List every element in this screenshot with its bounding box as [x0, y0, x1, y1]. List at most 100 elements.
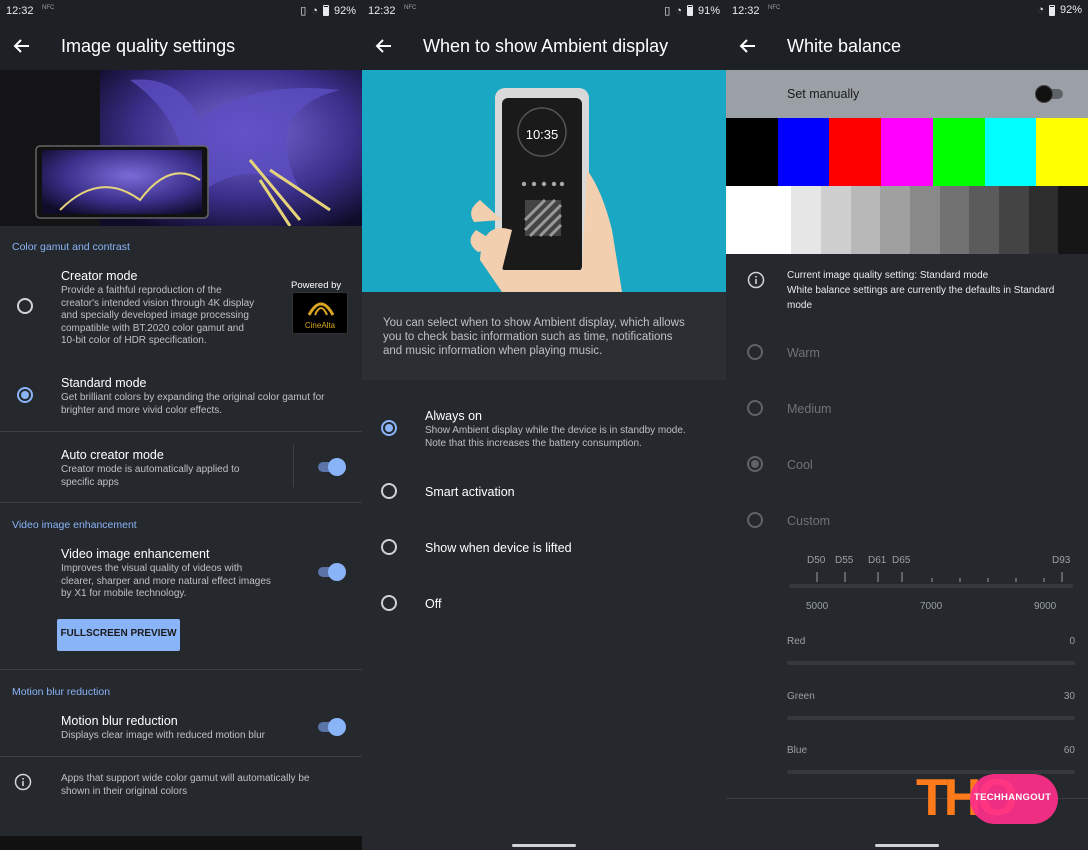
status-bar: 12:32 NFC ▯ ◔ 91%	[362, 0, 726, 22]
page-title: White balance	[787, 36, 902, 56]
status-bar: 12:32 NFC ◔ 92%	[726, 0, 1088, 22]
cool-radio[interactable]	[747, 456, 763, 472]
standard-mode-description: Get brilliant colors by expanding the or…	[61, 392, 325, 416]
auto-creator-title: Auto creator mode	[61, 448, 164, 462]
techhangout-watermark: THO TECHHANGOUT	[916, 768, 1058, 828]
custom-label[interactable]: Custom	[787, 514, 830, 528]
vibrate-icon: ▯	[664, 5, 671, 17]
ambient-illustration	[362, 70, 726, 292]
green-label: Green	[787, 691, 815, 702]
red-value: 0	[1069, 636, 1075, 647]
custom-radio[interactable]	[747, 512, 763, 528]
status-time: 12:32	[732, 5, 760, 17]
section-motion-blur: Motion blur reduction	[12, 686, 111, 698]
blue-label: Blue	[787, 745, 808, 756]
wifi-icon: ◔	[311, 4, 318, 17]
color-bar	[726, 118, 778, 186]
green-slider[interactable]	[787, 716, 1075, 720]
d93-label: D93	[1052, 555, 1071, 566]
color-bar	[932, 118, 985, 186]
warm-label[interactable]: Warm	[787, 346, 820, 360]
video-enhancement-title: Video image enhancement	[61, 547, 210, 561]
cool-label[interactable]: Cool	[787, 458, 813, 472]
battery-icon	[686, 5, 693, 16]
creator-mode-radio[interactable]	[17, 298, 33, 314]
techhangout-text: TECHHANGOUT	[974, 792, 1052, 803]
gray-bar	[998, 186, 1029, 254]
medium-radio[interactable]	[747, 400, 763, 416]
page-title: When to show Ambient display	[423, 36, 669, 56]
show-when-lifted-radio[interactable]	[381, 539, 397, 555]
section-video-enhancement: Video image enhancement	[12, 519, 137, 531]
standard-mode-radio[interactable]	[17, 387, 33, 403]
warm-radio[interactable]	[747, 344, 763, 360]
color-temperature-scale	[789, 572, 1073, 588]
app-bar: When to show Ambient display	[362, 22, 726, 70]
auto-creator-toggle[interactable]	[316, 458, 346, 476]
red-slider[interactable]	[787, 661, 1075, 665]
home-indicator[interactable]	[875, 844, 939, 847]
gray-bar	[850, 186, 881, 254]
smart-activation-radio[interactable]	[381, 483, 397, 499]
wide-gamut-info-text: Apps that support wide color gamut will …	[61, 773, 310, 797]
always-on-description: Show Ambient display while the device is…	[425, 425, 686, 449]
info-icon	[747, 271, 765, 289]
always-on-radio[interactable]	[381, 420, 397, 436]
show-when-lifted-label[interactable]: Show when device is lifted	[425, 541, 572, 555]
white-balance-screen: 12:32 NFC ◔ 92% White balance Set manual…	[726, 0, 1088, 850]
back-arrow-icon[interactable]	[738, 36, 758, 56]
motion-blur-title: Motion blur reduction	[61, 714, 178, 728]
d65-label: D65	[892, 555, 911, 566]
d61-label: D61	[868, 555, 887, 566]
motion-blur-toggle[interactable]	[316, 718, 346, 736]
wifi-icon: ◔	[675, 4, 682, 17]
smart-activation-label[interactable]: Smart activation	[425, 485, 515, 499]
color-bar	[829, 118, 882, 186]
off-radio[interactable]	[381, 595, 397, 611]
d55-label: D55	[835, 555, 854, 566]
battery-percent: 92%	[1059, 4, 1082, 16]
grayscale-test-bars	[726, 186, 1088, 254]
always-on-label: Always on	[425, 409, 482, 423]
back-arrow-icon[interactable]	[12, 36, 32, 56]
k7000-label: 7000	[920, 601, 943, 612]
divider	[0, 669, 362, 670]
app-bar: White balance	[726, 22, 1088, 70]
battery-icon	[1048, 4, 1055, 16]
medium-label[interactable]: Medium	[787, 402, 831, 416]
powered-by-label: Powered by	[291, 280, 342, 291]
gray-bar	[726, 186, 792, 254]
gray-bar	[880, 186, 910, 254]
motion-blur-description: Displays clear image with reduced motion…	[61, 730, 265, 741]
status-time: 12:32	[368, 5, 396, 17]
gray-bar	[939, 186, 970, 254]
fullscreen-preview-button[interactable]: FULLSCREEN PREVIEW	[57, 619, 180, 651]
ambient-description: You can select when to show Ambient disp…	[383, 317, 685, 357]
color-bar	[777, 118, 830, 186]
description-block: You can select when to show Ambient disp…	[362, 292, 726, 380]
divider	[0, 502, 362, 503]
page-title: Image quality settings	[61, 36, 236, 56]
auto-creator-description: Creator mode is automatically applied to…	[61, 464, 240, 488]
nfc-icon: NFC	[768, 5, 781, 11]
gray-bar	[1058, 186, 1088, 254]
set-manually-toggle[interactable]	[1035, 85, 1065, 103]
green-value: 30	[1063, 691, 1075, 702]
nfc-icon: NFC	[42, 5, 55, 11]
video-enhancement-toggle[interactable]	[316, 563, 346, 581]
app-bar: Image quality settings	[0, 22, 362, 70]
k9000-label: 9000	[1034, 601, 1057, 612]
home-indicator[interactable]	[512, 844, 576, 847]
blue-value: 60	[1063, 745, 1075, 756]
info-icon	[14, 773, 32, 791]
off-label[interactable]: Off	[425, 597, 441, 611]
section-color-gamut: Color gamut and contrast	[12, 241, 130, 253]
d50-label: D50	[807, 555, 826, 566]
set-manually-row[interactable]: Set manually	[726, 70, 1088, 118]
gray-bar	[1028, 186, 1059, 254]
video-enhancement-description: Improves the visual quality of videos wi…	[61, 563, 271, 599]
back-arrow-icon[interactable]	[374, 36, 394, 56]
tv-phone-hero-image	[0, 70, 362, 226]
gray-bar	[969, 186, 999, 254]
white-balance-info: Current image quality setting: Standard …	[787, 270, 1055, 311]
